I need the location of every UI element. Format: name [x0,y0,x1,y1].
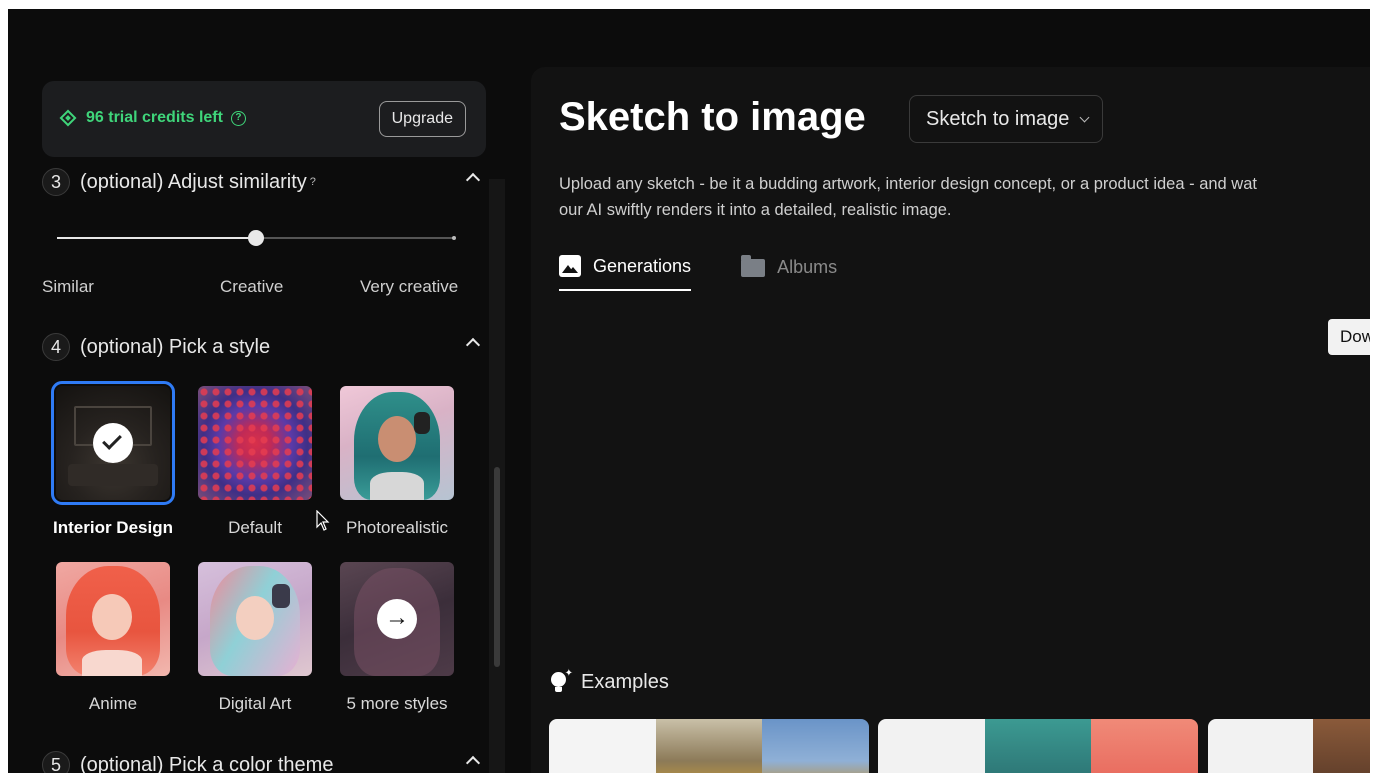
settings-scrollbar[interactable] [489,179,505,773]
credits-text: 96 trial credits left [86,109,223,126]
credits-info: 96 trial credits left ? [59,109,246,127]
tab-label: Albums [777,256,838,277]
scrollbar-thumb[interactable] [494,467,500,667]
house-render-thumbnail [655,719,763,773]
mouse-cursor-icon [316,510,330,531]
description-line: Upload any sketch - be it a budding artw… [559,175,1257,193]
style-section-header[interactable]: 4 (optional) Pick a style [42,332,481,362]
slider-thumb[interactable] [248,230,264,246]
download-button[interactable]: Dow [1328,319,1370,355]
tab-generations[interactable]: Generations [559,255,692,291]
example-card-house[interactable] [549,719,869,773]
slider-label-similar: Similar [42,277,94,296]
example-card-portrait[interactable] [878,719,1198,773]
examples-header: ✦ Examples [549,668,669,694]
mode-select-dropdown[interactable]: Sketch to image [909,95,1104,143]
slider-end-dot [452,236,456,240]
color-theme-title: (optional) Pick a color theme [80,753,334,773]
op-art-pattern [198,386,312,500]
credits-card: 96 trial credits left ? Upgrade [42,81,486,157]
style-option-more-styles[interactable]: → 5 more styles [326,562,468,714]
lightbulb-icon: ✦ [549,668,573,694]
style-option-photorealistic[interactable]: Photorealistic [326,386,468,538]
face-shape [236,596,274,640]
upgrade-button[interactable]: Upgrade [378,101,466,137]
house-render-thumbnail [762,719,869,773]
style-label: Anime [88,694,138,713]
headphone-shape [272,584,290,608]
similarity-help-icon[interactable]: ? [310,176,316,188]
credits-help-icon[interactable]: ? [230,110,246,126]
house-sketch-thumbnail [549,719,656,773]
settings-panel: 96 trial credits left ? Upgrade 3 (optio… [8,9,513,773]
examples-title: Examples [581,670,669,693]
face-shape [378,416,416,462]
default-style-thumbnail[interactable] [198,386,312,500]
style-section-title: (optional) Pick a style [80,335,271,358]
anime-thumbnail[interactable] [56,562,170,676]
selected-check-icon [93,423,133,463]
headphone-shape [414,412,430,434]
photorealistic-thumbnail[interactable] [340,386,454,500]
image-icon [559,255,581,277]
app-frame: 96 trial credits left ? Upgrade 3 (optio… [8,9,1370,773]
chevron-up-icon[interactable] [465,172,481,188]
shirt-shape [370,472,424,500]
slider-label-very-creative: Very creative [360,277,459,296]
step-number-badge: 5 [42,751,70,773]
character-sketch-thumbnail [1208,719,1313,773]
main-panel: Sketch to image Sketch to image Upload a… [531,67,1370,773]
folder-icon [741,255,766,277]
chevron-up-icon[interactable] [465,755,481,771]
style-option-digital-art[interactable]: Digital Art [184,562,326,714]
style-option-default[interactable]: Default [184,386,326,538]
slider-fill [57,237,256,239]
example-card-character[interactable] [1208,719,1370,773]
portrait-render-thumbnail [984,719,1092,773]
step-number-badge: 3 [42,168,70,196]
style-label: Interior Design [53,518,173,537]
style-option-interior-design[interactable]: Interior Design [42,381,184,538]
style-label: Default [228,518,282,537]
face-shape [92,594,132,640]
examples-strip [549,719,1370,773]
portrait-sketch-thumbnail [878,719,985,773]
tab-bar: Generations Albums [559,255,837,291]
style-label: 5 more styles [346,694,448,713]
similarity-section-header[interactable]: 3 (optional) Adjust similarity ? [42,167,481,197]
page-title: Sketch to image [559,95,866,139]
credits-diamond-icon [59,109,77,127]
similarity-title: (optional) Adjust similarity [80,170,307,193]
body-shape [82,650,142,676]
tab-albums[interactable]: Albums [741,255,837,291]
page-description: Upload any sketch - be it a budding artw… [559,171,1370,223]
similarity-slider[interactable] [57,230,456,246]
digital-art-thumbnail[interactable] [198,562,312,676]
chevron-up-icon[interactable] [465,337,481,353]
description-line: our AI swiftly renders it into a detaile… [559,201,952,219]
more-styles-thumbnail[interactable]: → [340,562,454,676]
tab-label: Generations [593,255,692,276]
sofa-decoration [68,464,158,486]
portrait-render-thumbnail [1091,719,1198,773]
color-theme-section-header[interactable]: 5 (optional) Pick a color theme [42,750,481,773]
step-number-badge: 4 [42,333,70,361]
style-label: Photorealistic [345,518,449,537]
arrow-right-icon[interactable]: → [377,599,417,639]
style-label: Digital Art [218,694,292,713]
style-option-anime[interactable]: Anime [42,562,184,714]
mode-select-value: Sketch to image [926,107,1070,130]
chevron-down-icon [1079,112,1090,122]
interior-design-thumbnail[interactable] [51,381,175,505]
slider-label-creative: Creative [220,277,284,296]
character-render-thumbnail [1313,719,1370,773]
